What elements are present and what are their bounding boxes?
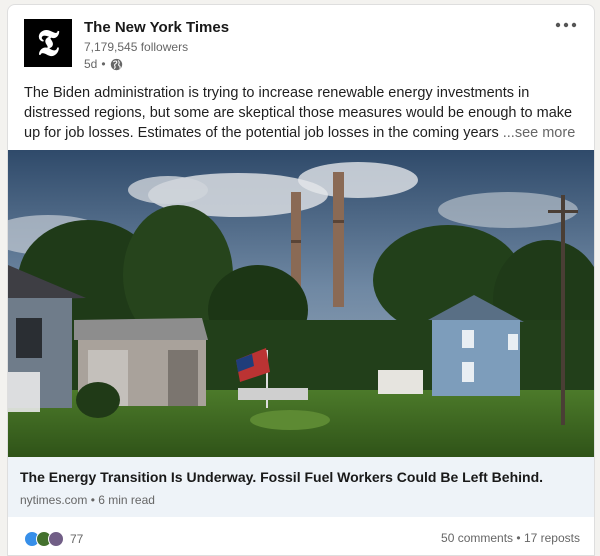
article-link[interactable]: The Energy Transition Is Underway. Fossi…	[8, 457, 594, 517]
read-time: 6 min read	[98, 493, 155, 507]
meta-separator: •	[101, 57, 106, 71]
logo-glyph: 𝕿	[36, 22, 60, 64]
globe-icon	[110, 58, 123, 71]
post-header: 𝕿 The New York Times 7,179,545 followers…	[8, 5, 594, 83]
nyt-logo[interactable]: 𝕿	[24, 19, 72, 67]
see-more-button[interactable]: ...see more	[503, 125, 576, 141]
article-source: nytimes.com • 6 min read	[20, 493, 155, 507]
counts-separator: •	[516, 531, 521, 545]
comment-repost-counts: 50 comments • 17 reposts	[441, 531, 580, 545]
article-image[interactable]	[8, 150, 594, 457]
ellipsis-icon	[555, 22, 577, 28]
reactions-summary[interactable]: 77	[24, 531, 83, 547]
social-counts-bar: 77 50 comments • 17 reposts	[8, 517, 594, 555]
follower-count: 7,179,545 followers	[84, 40, 189, 54]
reposts-link[interactable]: 17 reposts	[524, 531, 580, 545]
author-name[interactable]: The New York Times	[84, 19, 229, 36]
post-age: 5d	[84, 57, 98, 71]
more-options-button[interactable]	[552, 13, 580, 37]
comments-link[interactable]: 50 comments	[441, 531, 513, 545]
post-text: The Biden administration is trying to in…	[24, 83, 580, 143]
support-reaction-icon	[48, 531, 64, 547]
post-card: 𝕿 The New York Times 7,179,545 followers…	[7, 4, 595, 556]
post-meta: 5d •	[84, 57, 123, 71]
reaction-count: 77	[70, 532, 84, 546]
post-body: The Biden administration is trying to in…	[24, 85, 573, 141]
article-title[interactable]: The Energy Transition Is Underway. Fossi…	[20, 469, 543, 485]
source-separator: •	[90, 493, 95, 507]
source-domain: nytimes.com	[20, 493, 88, 507]
